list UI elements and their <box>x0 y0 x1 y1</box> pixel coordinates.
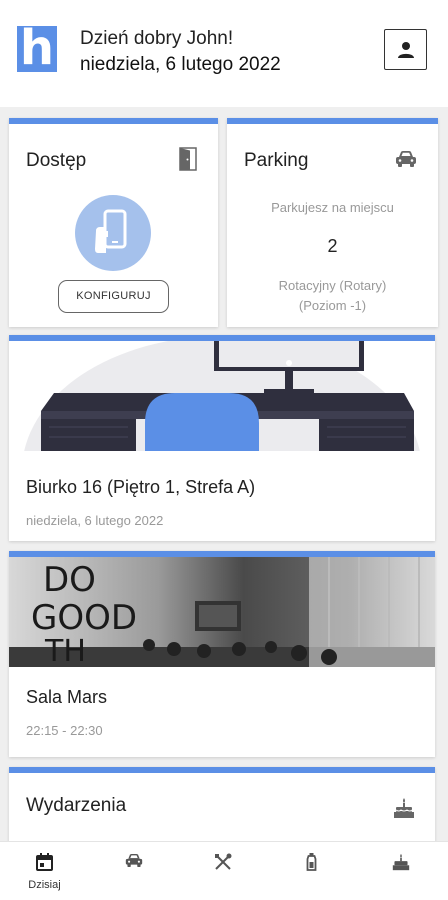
room-time: 22:15 - 22:30 <box>26 723 103 738</box>
user-icon <box>398 42 414 58</box>
parking-spot-number: 2 <box>327 236 338 256</box>
wall-text-line-1: DO <box>43 560 96 600</box>
events-card-title: Wydarzenia <box>26 795 127 816</box>
access-card[interactable]: Dostęp KONFIGURUJ <box>9 118 218 327</box>
desk-date: niedziela, 6 lutego 2022 <box>26 513 164 528</box>
greeting-text: Dzień dobry John! <box>80 28 234 49</box>
car-icon <box>396 151 416 167</box>
parking-type: Rotacyjny (Rotary) <box>278 278 387 293</box>
nav-item-events[interactable] <box>356 842 445 900</box>
current-date: niedziela, 6 lutego 2022 <box>80 54 281 75</box>
desk-reservation-card[interactable]: Biurko 16 (Piętro 1, Strefa A) niedziela… <box>9 335 435 541</box>
meeting-room-photo: DO GOOD TH <box>9 557 435 667</box>
cake-icon <box>392 853 410 871</box>
phone-access-icon <box>75 195 151 271</box>
car-icon <box>125 853 143 868</box>
parking-card[interactable]: Parking Parkujesz na miejscu 2 Rotacyjny… <box>227 118 438 327</box>
calendar-icon <box>36 853 53 871</box>
access-card-title: Dostęp <box>26 150 87 171</box>
nav-item-today[interactable]: Dzisiaj <box>0 842 89 900</box>
logo-letter: h <box>19 20 55 76</box>
configure-button[interactable]: KONFIGURUJ <box>58 280 169 313</box>
parking-label: Parkujesz na miejscu <box>271 200 394 215</box>
cutlery-icon <box>215 853 232 870</box>
door-icon <box>179 147 197 171</box>
nav-item-supplies[interactable] <box>267 842 356 900</box>
room-title: Sala Mars <box>26 687 108 707</box>
parking-level: (Poziom -1) <box>298 298 367 313</box>
cake-icon <box>394 798 414 818</box>
nav-label-today: Dzisiaj <box>28 879 61 891</box>
wall-text-line-3: TH <box>44 634 86 667</box>
bottle-icon <box>306 853 317 871</box>
app-logo: h <box>17 22 57 74</box>
wall-text-line-2: GOOD <box>31 598 137 638</box>
nav-item-parking[interactable] <box>89 842 178 900</box>
parking-card-title: Parking <box>244 150 309 171</box>
desk-title: Biurko 16 (Piętro 1, Strefa A) <box>26 477 256 497</box>
app-header: h Dzień dobry John! niedziela, 6 lutego … <box>0 0 448 107</box>
nav-item-catering[interactable] <box>178 842 267 900</box>
meeting-room-card[interactable]: DO GOOD TH Sala Mars 22:15 - 22:30 <box>9 551 435 757</box>
desk-illustration <box>9 341 435 451</box>
bottom-navigation: Dzisiaj <box>0 841 448 900</box>
user-profile-button[interactable] <box>384 29 427 70</box>
